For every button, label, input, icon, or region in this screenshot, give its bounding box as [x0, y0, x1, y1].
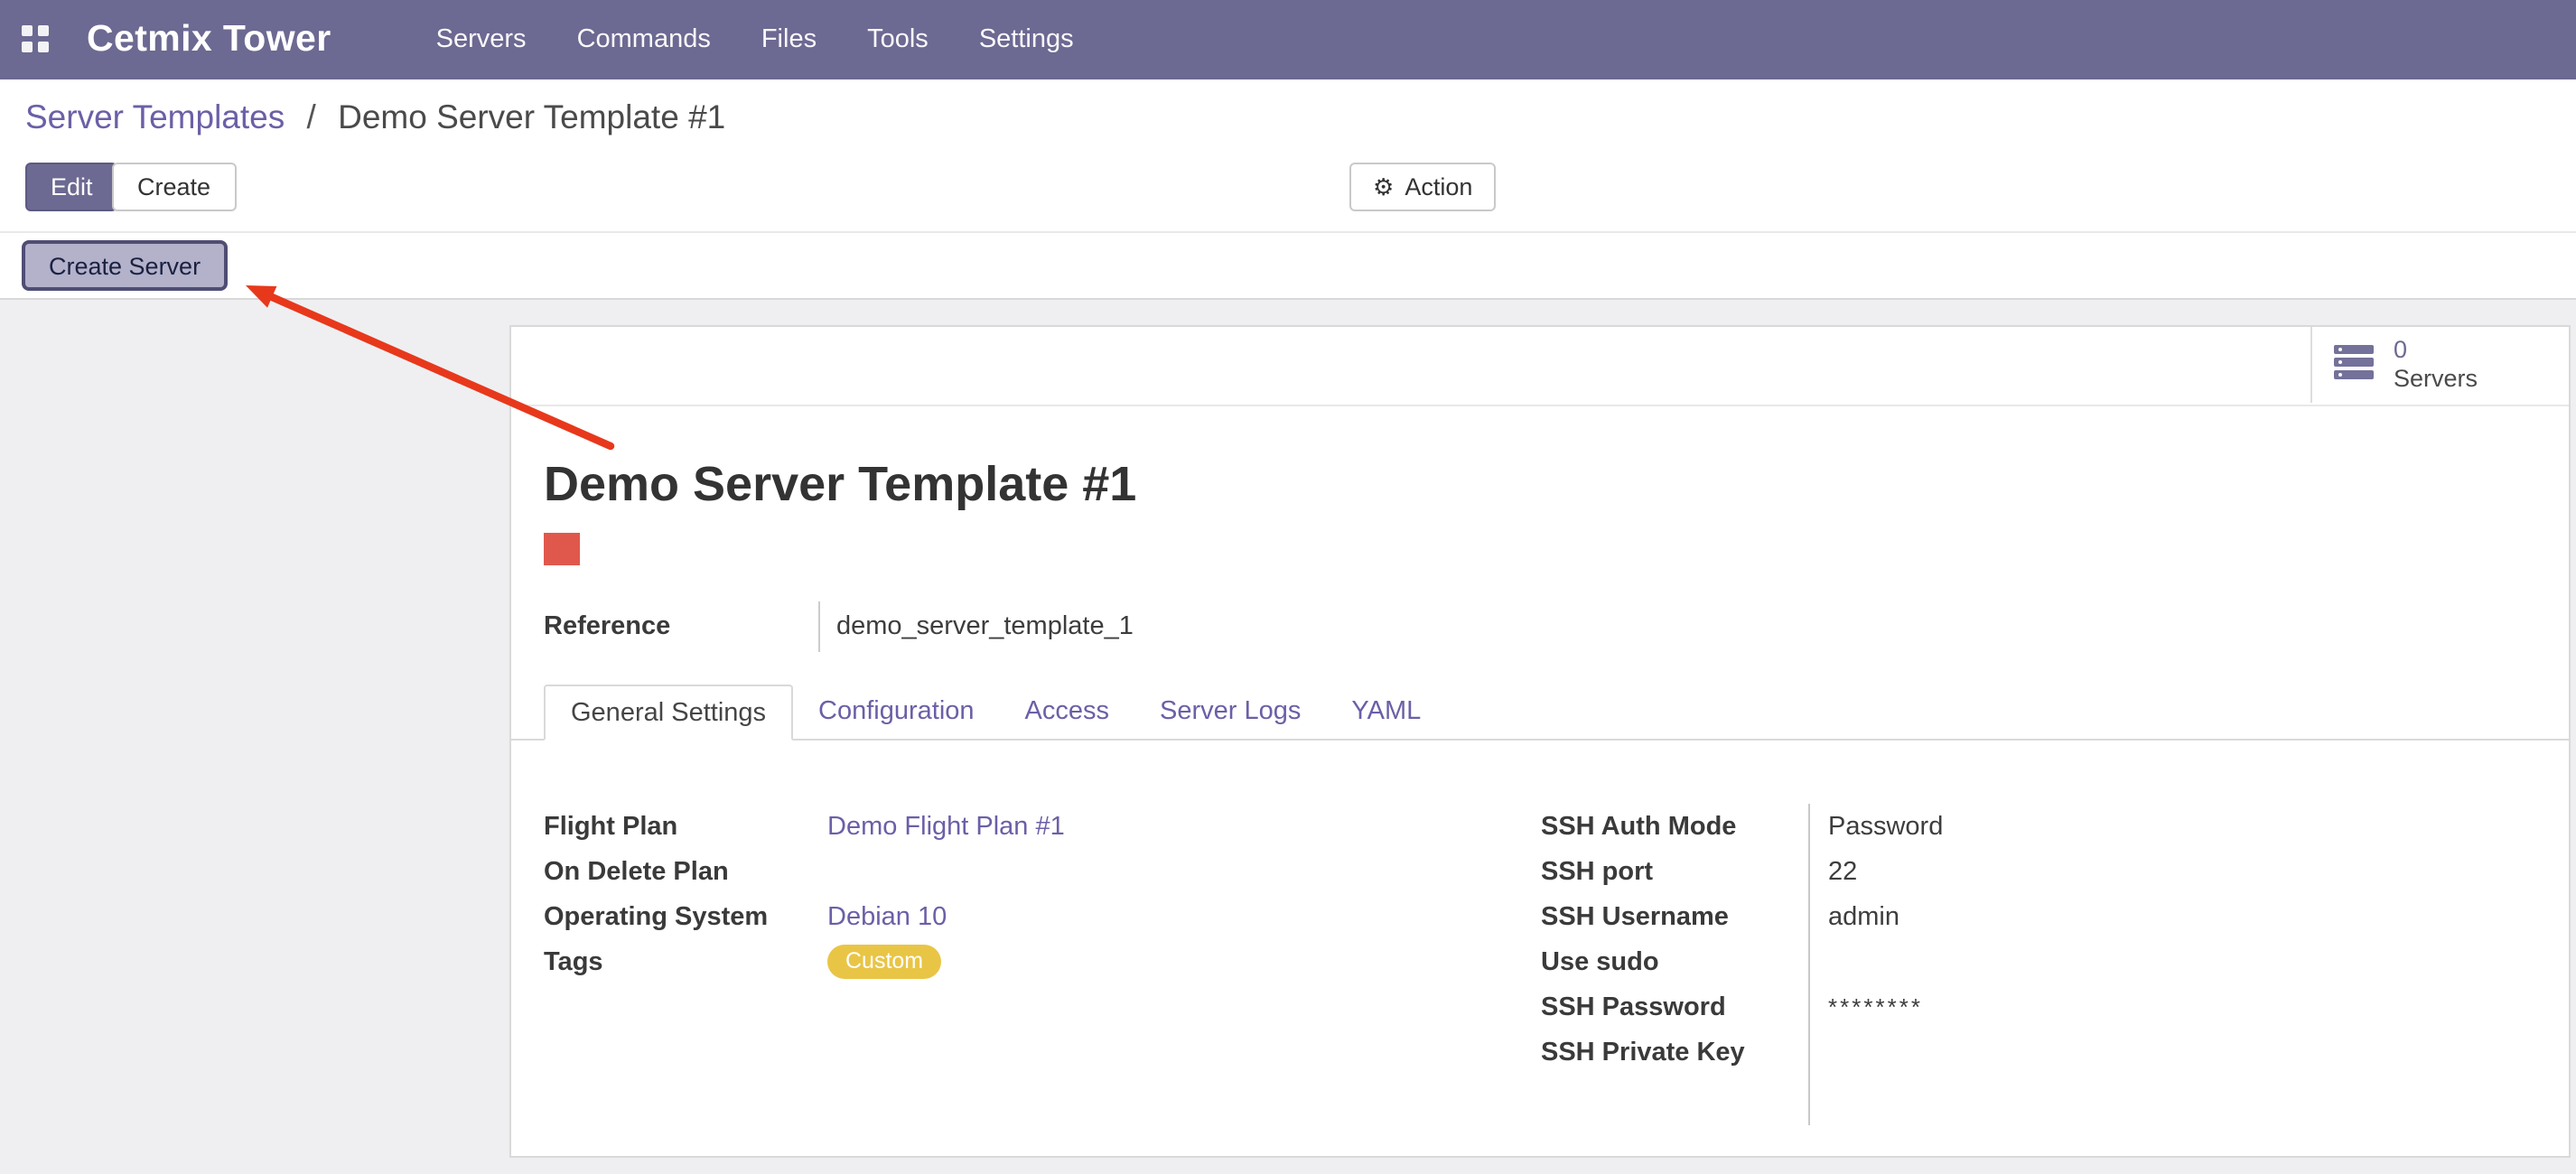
stat-label: Servers — [2394, 365, 2478, 394]
ssh-auth-mode-value: Password — [1828, 812, 1943, 841]
field-row-operating-system: Operating System Debian 10 — [544, 894, 1541, 939]
reference-value: demo_server_template_1 — [818, 601, 1134, 652]
reference-row: Reference demo_server_template_1 — [544, 601, 1134, 652]
servers-icon — [2334, 345, 2377, 385]
on-delete-plan-label: On Delete Plan — [544, 857, 827, 886]
tab-access[interactable]: Access — [1000, 685, 1135, 739]
ssh-username-label: SSH Username — [1541, 902, 1729, 931]
field-groups: Flight Plan Demo Flight Plan #1 On Delet… — [544, 804, 2536, 1125]
ssh-auth-mode-label: SSH Auth Mode — [1541, 812, 1736, 841]
ssh-private-key-label: SSH Private Key — [1541, 1038, 1745, 1067]
content-area: 0 Servers Demo Server Template #1 Refere… — [0, 300, 2576, 1174]
flight-plan-label: Flight Plan — [544, 812, 827, 841]
record-title: Demo Server Template #1 — [544, 457, 1136, 513]
app-brand[interactable]: Cetmix Tower — [87, 18, 331, 61]
nav-item-commands[interactable]: Commands — [577, 25, 711, 54]
edit-button[interactable]: Edit — [25, 163, 118, 211]
tag-badge-custom[interactable]: Custom — [827, 944, 941, 979]
field-row-tags: Tags Custom — [544, 939, 1541, 984]
ssh-password-label: SSH Password — [1541, 992, 1726, 1021]
notebook-tabs: General Settings Configuration Access Se… — [511, 685, 2569, 741]
field-group-right: SSH Auth Mode SSH port SSH Username Use … — [1541, 804, 2536, 1125]
action-button-label: Action — [1405, 173, 1472, 200]
breadcrumb: Server Templates / Demo Server Template … — [25, 98, 725, 137]
field-row-on-delete-plan: On Delete Plan — [544, 849, 1541, 894]
tab-server-logs[interactable]: Server Logs — [1134, 685, 1326, 739]
page: Cetmix Tower Servers Commands Files Tool… — [0, 0, 2576, 1174]
ssh-port-label: SSH port — [1541, 857, 1653, 886]
form-sheet: 0 Servers Demo Server Template #1 Refere… — [509, 325, 2571, 1158]
right-labels-column: SSH Auth Mode SSH port SSH Username Use … — [1541, 804, 1808, 1125]
gear-icon: ⚙ — [1373, 175, 1394, 199]
ssh-port-value: 22 — [1828, 857, 1857, 886]
apps-grid-icon[interactable] — [22, 25, 51, 54]
top-navbar: Cetmix Tower Servers Commands Files Tool… — [0, 0, 2576, 79]
create-server-button[interactable]: Create Server — [22, 240, 228, 291]
action-button[interactable]: ⚙ Action — [1349, 163, 1496, 211]
tags-label: Tags — [544, 947, 827, 976]
reference-label: Reference — [544, 601, 818, 652]
use-sudo-label: Use sudo — [1541, 947, 1659, 976]
servers-stat-button[interactable]: 0 Servers — [2310, 327, 2569, 403]
breadcrumb-current: Demo Server Template #1 — [338, 98, 725, 135]
ssh-username-value: admin — [1828, 902, 1899, 931]
tab-configuration[interactable]: Configuration — [793, 685, 1000, 739]
stat-text: 0 Servers — [2394, 336, 2478, 394]
tab-yaml[interactable]: YAML — [1326, 685, 1446, 739]
status-bar: Create Server — [0, 233, 2576, 300]
breadcrumb-separator: / — [307, 98, 316, 135]
field-group-left: Flight Plan Demo Flight Plan #1 On Delet… — [544, 804, 1541, 1125]
field-row-flight-plan: Flight Plan Demo Flight Plan #1 — [544, 804, 1541, 849]
color-swatch[interactable] — [544, 533, 580, 565]
nav-item-servers[interactable]: Servers — [436, 25, 527, 54]
operating-system-link[interactable]: Debian 10 — [827, 902, 947, 931]
sheet-header: 0 Servers — [511, 327, 2569, 406]
nav-item-tools[interactable]: Tools — [867, 25, 929, 54]
ssh-password-value: ******** — [1828, 993, 1923, 1020]
operating-system-label: Operating System — [544, 902, 827, 931]
nav-item-settings[interactable]: Settings — [979, 25, 1074, 54]
nav-item-files[interactable]: Files — [761, 25, 817, 54]
control-panel: Server Templates / Demo Server Template … — [0, 79, 2576, 233]
tab-general-settings[interactable]: General Settings — [544, 685, 793, 741]
flight-plan-link[interactable]: Demo Flight Plan #1 — [827, 812, 1065, 841]
right-values-column: Password 22 admin ******** — [1808, 804, 2536, 1125]
main-menu: Servers Commands Files Tools Settings — [436, 25, 1074, 54]
create-button[interactable]: Create — [112, 163, 236, 211]
stat-value: 0 — [2394, 336, 2478, 365]
breadcrumb-parent-link[interactable]: Server Templates — [25, 98, 285, 135]
